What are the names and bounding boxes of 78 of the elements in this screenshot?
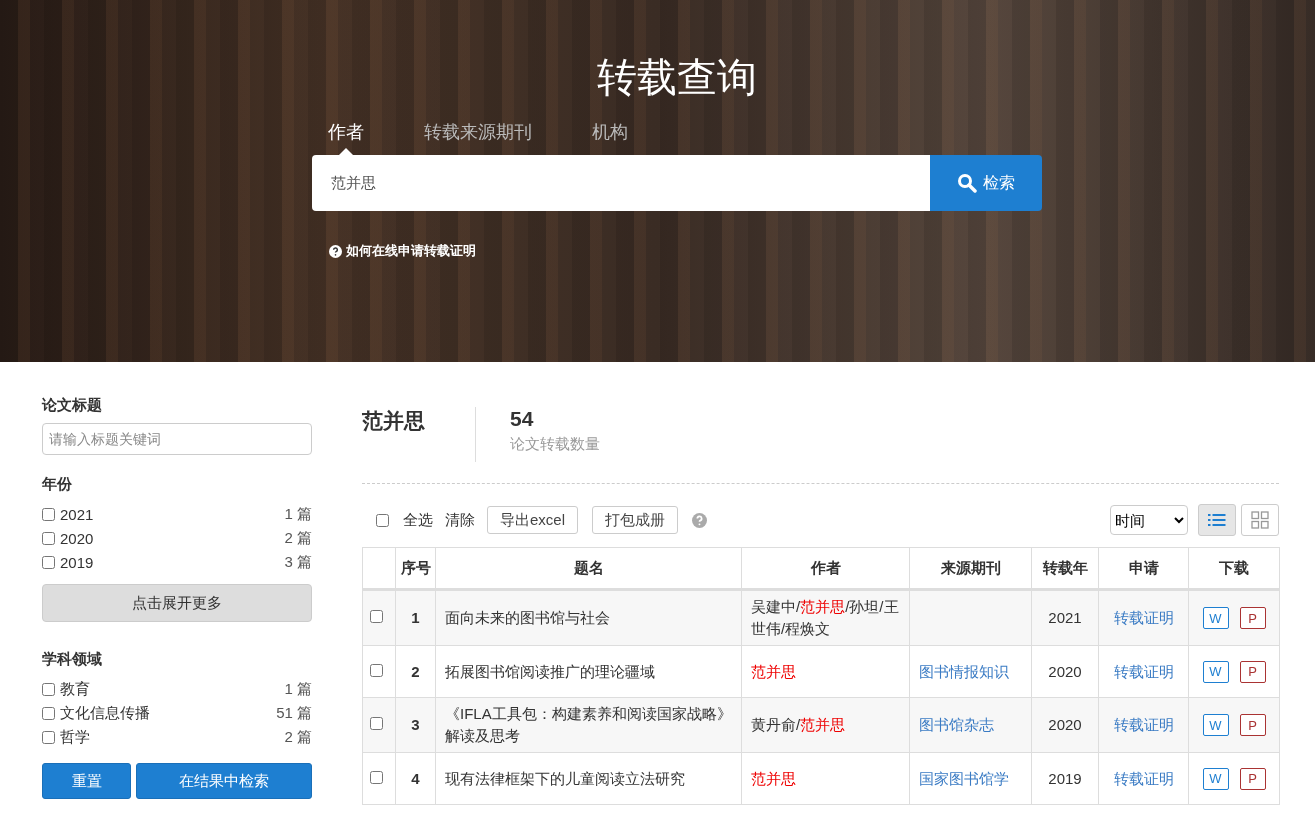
title-cell: 现有法律框架下的儿童阅读立法研究 bbox=[435, 752, 742, 805]
author-name: 范并思 bbox=[362, 407, 476, 462]
filter-count: 3 篇 bbox=[284, 552, 312, 572]
filter-count: 2 篇 bbox=[284, 727, 312, 747]
year-checkbox[interactable] bbox=[42, 531, 55, 545]
page-title: 转载查询 bbox=[595, 54, 758, 101]
search-tab[interactable]: 转载来源期刊 bbox=[423, 120, 532, 154]
search-field[interactable]: 范并思 bbox=[311, 155, 930, 211]
subject-checkbox[interactable] bbox=[42, 730, 55, 744]
search-in-results-button[interactable]: 在结果中检索 bbox=[136, 763, 312, 799]
title-cell: 拓展图书馆阅读推广的理论疆域 bbox=[435, 645, 742, 698]
filter-label: 哲学 bbox=[60, 727, 91, 747]
filter-heading: 学科领域 bbox=[42, 650, 103, 669]
pdf-download-button[interactable]: P bbox=[1239, 660, 1266, 683]
author-cell: 黄丹俞/范并思 bbox=[741, 697, 910, 753]
search-icon bbox=[956, 173, 977, 193]
word-download-button[interactable]: W bbox=[1202, 714, 1229, 737]
grid-icon bbox=[1251, 511, 1269, 529]
year-checkbox[interactable] bbox=[42, 507, 55, 521]
filter-label: 2020 bbox=[60, 529, 95, 547]
grid-view-button[interactable] bbox=[1241, 504, 1279, 536]
year-cell: 2020 bbox=[1031, 697, 1099, 753]
list-icon bbox=[1208, 512, 1226, 528]
search-tab[interactable]: 作者 bbox=[327, 120, 364, 154]
filter-heading: 论文标题 bbox=[42, 396, 103, 415]
paper-count-label: 论文转载数量 bbox=[510, 435, 600, 454]
help-link[interactable]: 如何在线申请转载证明 bbox=[345, 242, 476, 260]
author-cell: 范并思 bbox=[741, 752, 910, 805]
row-number: 2 bbox=[395, 645, 436, 698]
row-number: 3 bbox=[395, 697, 436, 753]
pdf-download-button[interactable]: P bbox=[1239, 767, 1266, 790]
title-cell: 《IFLA工具包：构建素养和阅读国家战略》解读及思考 bbox=[435, 697, 742, 753]
filter-count: 2 篇 bbox=[284, 528, 312, 548]
row-number: 4 bbox=[395, 752, 436, 805]
filter-label: 文化信息传播 bbox=[60, 703, 151, 723]
filter-label: 2021 bbox=[60, 505, 95, 523]
expand-more-button[interactable]: 点击展开更多 bbox=[42, 584, 312, 622]
author-cell: 吴建中/范并思/孙坦/王世伟/程焕文 bbox=[741, 589, 910, 646]
select-all-checkbox[interactable] bbox=[376, 513, 389, 527]
title-keyword-field[interactable]: 请输入标题关键词 bbox=[42, 423, 312, 455]
row-checkbox[interactable] bbox=[370, 610, 383, 623]
word-download-button[interactable]: W bbox=[1202, 660, 1229, 683]
search-tab[interactable]: 机构 bbox=[591, 120, 628, 154]
filter-count: 51 篇 bbox=[276, 703, 312, 723]
author-cell: 范并思 bbox=[741, 645, 910, 698]
title-cell: 面向未来的图书馆与社会 bbox=[435, 589, 742, 646]
year-cell: 2020 bbox=[1031, 645, 1099, 698]
search-button[interactable]: 检索 bbox=[929, 155, 1042, 211]
filter-count: 1 篇 bbox=[284, 679, 312, 699]
year-checkbox[interactable] bbox=[42, 555, 55, 569]
certificate-link[interactable]: 转载证明 bbox=[1113, 609, 1174, 626]
word-download-button[interactable]: W bbox=[1202, 607, 1229, 630]
year-cell: 2021 bbox=[1031, 589, 1099, 646]
pdf-download-button[interactable]: P bbox=[1239, 714, 1266, 737]
pack-button[interactable]: 打包成册 bbox=[592, 506, 679, 534]
reset-button[interactable]: 重置 bbox=[42, 763, 132, 799]
help-icon bbox=[328, 244, 342, 258]
subject-checkbox[interactable] bbox=[42, 706, 55, 720]
filter-count: 1 篇 bbox=[284, 504, 312, 524]
filter-label: 2019 bbox=[60, 553, 95, 571]
help-icon bbox=[692, 512, 708, 528]
row-checkbox[interactable] bbox=[370, 663, 383, 677]
paper-count: 54 bbox=[510, 407, 535, 431]
sort-select[interactable]: 时间 bbox=[1110, 505, 1188, 535]
row-checkbox[interactable] bbox=[370, 717, 383, 730]
clear-link[interactable]: 清除 bbox=[445, 510, 475, 530]
subject-checkbox[interactable] bbox=[42, 682, 55, 696]
pdf-download-button[interactable]: P bbox=[1239, 607, 1266, 630]
year-cell: 2019 bbox=[1031, 752, 1099, 805]
word-download-button[interactable]: W bbox=[1202, 767, 1229, 790]
journal-link[interactable]: 图书馆杂志 bbox=[919, 716, 994, 733]
export-excel-button[interactable]: 导出excel bbox=[487, 506, 579, 534]
select-all-label: 全选 bbox=[403, 510, 433, 530]
row-checkbox[interactable] bbox=[370, 770, 383, 784]
filter-label: 教育 bbox=[60, 679, 91, 699]
list-view-button[interactable] bbox=[1198, 504, 1236, 536]
row-number: 1 bbox=[395, 589, 436, 646]
filter-heading: 年份 bbox=[42, 475, 73, 494]
